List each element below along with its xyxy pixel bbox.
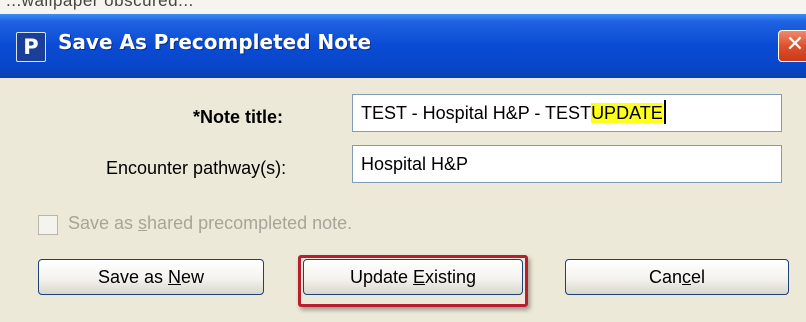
save-as-new-button[interactable]: Save as New bbox=[38, 259, 264, 295]
cancel-button[interactable]: Cancel bbox=[565, 259, 789, 295]
note-title-input[interactable]: TEST - Hospital H&P - TESTUPDATE bbox=[352, 94, 782, 132]
note-title-label: *Note title: bbox=[193, 107, 283, 127]
dialog-title: Save As Precompleted Note bbox=[58, 30, 372, 54]
background-window-strip: ...wallpaper obscured... bbox=[0, 0, 806, 14]
encounter-pathways-value: Hospital H&P bbox=[361, 154, 469, 174]
close-button[interactable]: ✕ bbox=[778, 30, 806, 62]
title-bar[interactable]: P Save As Precompleted Note ✕ bbox=[0, 14, 806, 78]
update-existing-button[interactable]: Update Existing bbox=[303, 259, 523, 295]
shared-note-checkbox-label: Save as shared precompleted note. bbox=[68, 213, 353, 233]
save-as-precompleted-note-dialog: P Save As Precompleted Note ✕ *Note titl… bbox=[0, 14, 806, 322]
note-title-value: TEST - Hospital H&P - TEST bbox=[361, 103, 592, 123]
app-icon: P bbox=[16, 32, 46, 62]
note-title-highlighted-text: UPDATE bbox=[591, 103, 663, 123]
shared-note-checkbox[interactable] bbox=[38, 215, 58, 235]
encounter-pathways-label: Encounter pathway(s): bbox=[106, 158, 287, 178]
background-partial-text: ...wallpaper obscured... bbox=[6, 0, 194, 10]
close-icon: ✕ bbox=[785, 32, 805, 57]
encounter-pathways-input[interactable]: Hospital H&P bbox=[352, 145, 782, 183]
text-caret bbox=[663, 100, 666, 124]
